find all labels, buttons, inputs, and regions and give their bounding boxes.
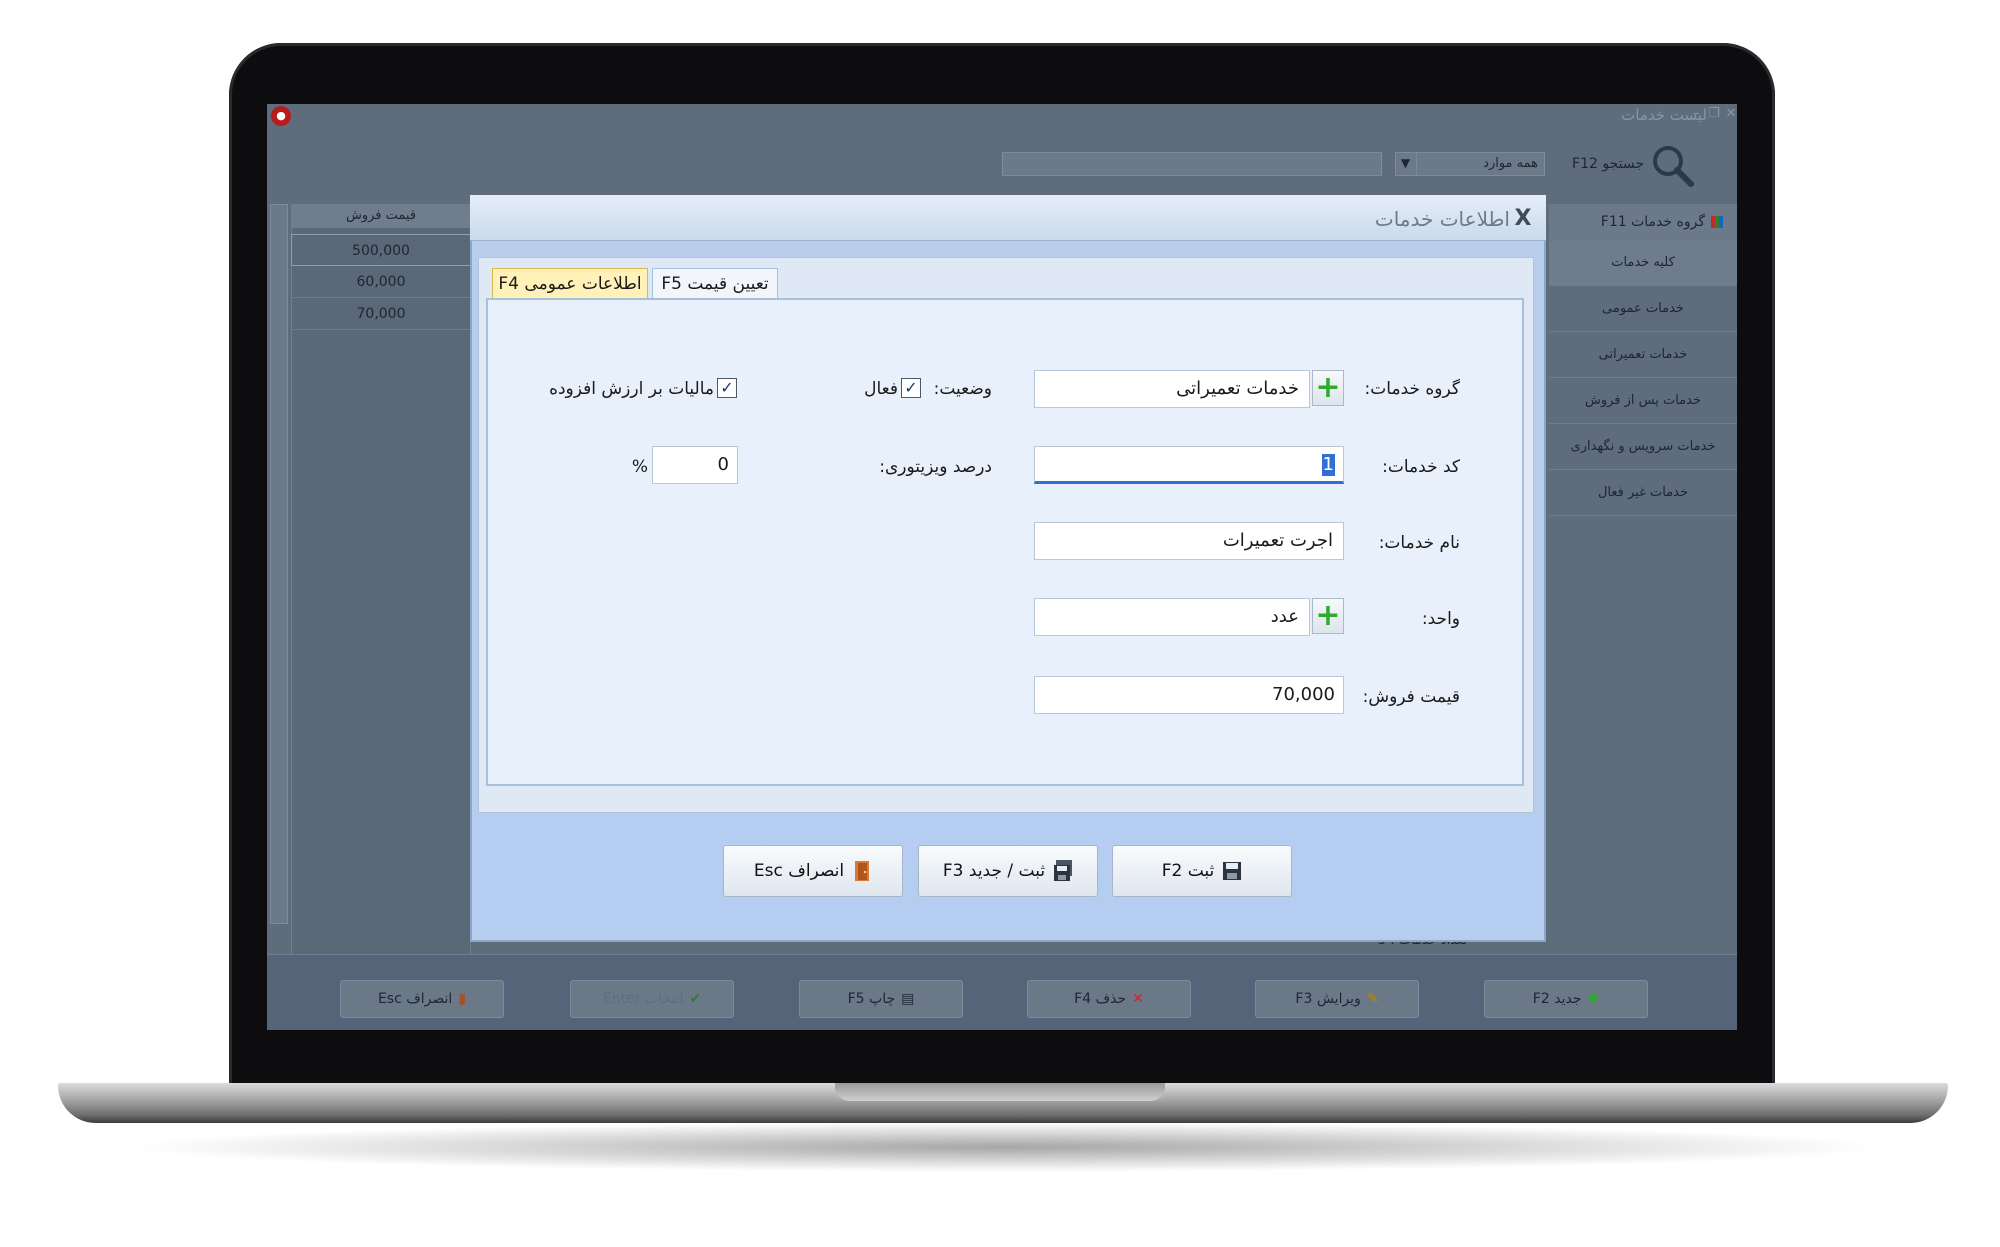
bg-cancel-button-label: انصراف Esc [377,991,453,1007]
group-label: گروه خدمات: [1364,379,1460,399]
vat-checkbox[interactable]: ✓ [717,378,737,398]
percent-sign: % [631,457,648,477]
dialog-close-button[interactable]: X [1510,205,1536,233]
save-icon [1223,862,1242,880]
filter-select[interactable]: همه موارد [1395,152,1545,176]
door-icon: ▮ [458,991,467,1007]
exit-door-icon [855,861,870,881]
active-label: فعال [864,379,898,399]
delete-button[interactable]: ✕ حذف F4 [1027,980,1191,1018]
save-button[interactable]: ثبت F2 [1112,845,1292,897]
dialog-title: اطلاعات خدمات [1374,207,1510,231]
select-button[interactable]: ✔ انتخاب Enter [570,980,734,1018]
bg-cancel-button[interactable]: ▮ انصراف Esc [340,980,504,1018]
save-new-button-label: ثبت / جدید F3 [942,861,1046,881]
list-item[interactable]: خدمات غیر فعال [1549,470,1737,516]
unit-select[interactable]: عدد [1034,598,1310,636]
groups-header-label: گروه خدمات F11 [1600,214,1705,230]
add-group-button[interactable]: + [1312,370,1344,406]
list-item[interactable]: خدمات پس از فروش [1549,378,1737,424]
plus-icon: ✚ [1587,991,1600,1007]
edit-button-label: ویرایش F3 [1295,991,1361,1007]
maximize-button[interactable]: ❐ [1705,106,1723,122]
print-button[interactable]: ▤ چاپ F5 [799,980,963,1018]
search-label: جستجو F12 [1572,156,1644,172]
visitor-percent-label: درصد ویزیتوری: [879,457,992,477]
printer-icon: ▤ [901,991,915,1007]
code-value: 1 [1321,454,1335,476]
price-column-header[interactable]: قیمت فروش [291,204,471,228]
list-item[interactable]: خدمات تعمیراتی [1549,332,1737,378]
chevron-down-icon[interactable]: ▼ [1395,152,1417,176]
checkmark-icon: ✔ [689,991,702,1007]
new-button[interactable]: ✚ جدید F2 [1484,980,1648,1018]
grid-icon [1711,216,1723,228]
table-scrollbar[interactable] [270,204,288,924]
laptop-notch [835,1083,1165,1101]
select-button-label: انتخاب Enter [602,991,684,1007]
edit-button[interactable]: ✎ ویرایش F3 [1255,980,1419,1018]
new-button-label: جدید F2 [1532,991,1582,1007]
print-button-label: چاپ F5 [847,991,896,1007]
minimize-button[interactable]: – [1687,106,1705,122]
delete-button-label: حذف F4 [1074,991,1127,1007]
price-field[interactable]: 70,000 [1034,676,1344,714]
search-icon[interactable] [1649,142,1695,188]
active-checkbox[interactable]: ✓ [901,378,921,398]
delete-icon: ✕ [1132,991,1144,1007]
list-item[interactable]: کلیه خدمات [1549,240,1737,286]
cancel-button-label: انصراف Esc [753,861,845,881]
tab-general-info[interactable]: اطلاعات عمومی F4 [492,268,648,300]
code-field[interactable]: 1 [1034,446,1344,484]
code-label: کد خدمات: [1382,457,1460,477]
tab-pricing[interactable]: تعیین قیمت F5 [652,268,778,300]
pencil-icon: ✎ [1366,991,1379,1007]
vat-label: مالیات بر ارزش افزوده [549,379,714,399]
search-input[interactable] [1002,152,1382,176]
visitor-percent-field[interactable]: 0 [652,446,738,484]
name-label: نام خدمات: [1378,533,1460,553]
save-new-icon [1054,860,1073,881]
groups-header: گروه خدمات F11 [1549,204,1737,240]
window-close-button[interactable]: ✕ [1722,106,1737,122]
status-label: وضعیت: [933,379,992,399]
save-button-label: ثبت F2 [1161,861,1215,881]
add-unit-button[interactable]: + [1312,598,1344,634]
price-label: قیمت فروش: [1362,687,1460,707]
app-logo-icon: ● [271,106,291,126]
name-field[interactable]: اجرت تعمیرات [1034,522,1344,560]
list-item[interactable]: خدمات سرویس و نگهداری [1549,424,1737,470]
cancel-button[interactable]: انصراف Esc [723,845,903,897]
window-title: لیست خدمات [1621,106,1707,124]
unit-label: واحد: [1421,609,1460,629]
table-row[interactable]: 60,000 [291,266,471,298]
table-row[interactable]: 70,000 [291,298,471,330]
table-row[interactable]: 500,000 [291,234,471,266]
save-new-button[interactable]: ثبت / جدید F3 [918,845,1098,897]
laptop-shadow [120,1122,1890,1172]
list-item[interactable]: خدمات عمومی [1549,286,1737,332]
group-select[interactable]: خدمات تعمیراتی [1034,370,1310,408]
